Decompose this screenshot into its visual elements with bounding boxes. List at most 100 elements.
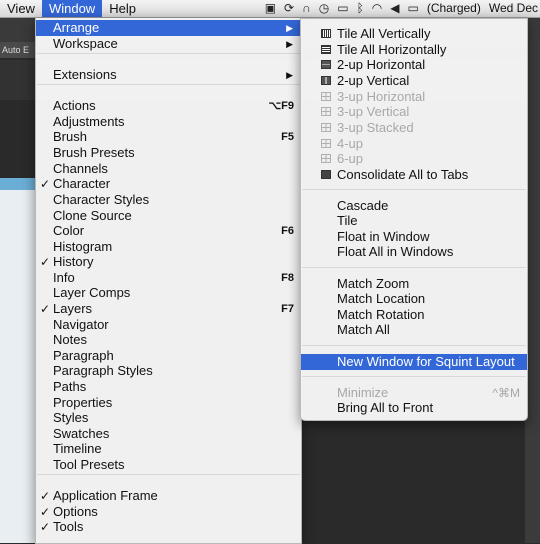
menu-item-label: Swatches [53, 426, 110, 441]
menu-item-label: Consolidate All to Tabs [337, 167, 469, 182]
menu-item-label: Adjustments [53, 114, 125, 129]
window-menu-item-notes[interactable]: Notes [36, 332, 301, 348]
battery-status[interactable]: (Charged) [427, 0, 481, 17]
window-menu-item-character[interactable]: ✓ Character [36, 176, 301, 192]
window-menu-item-history[interactable]: ✓ History [36, 254, 301, 270]
arrange-menu-item-match-all[interactable]: Match All [301, 322, 527, 338]
adobe-updater-icon[interactable]: ▣ [265, 0, 276, 17]
battery-icon[interactable]: ▭ [407, 0, 418, 17]
menu-item-label: Application Frame [53, 488, 158, 503]
window-menu-item-channels[interactable]: Channels [36, 161, 301, 177]
arrange-menu-item-match-location[interactable]: Match Location [301, 291, 527, 307]
menu-item-label: Character Styles [53, 192, 150, 207]
menu-bar: View Window Help ▣ ⟳ ∩ ◷ ▭ ᛒ ◠ ◀ ▭ (Char… [0, 0, 540, 18]
window-menu-item-navigator[interactable]: Navigator [36, 317, 301, 333]
window-menu-item-paths[interactable]: Paths [36, 379, 301, 395]
arrange-menu-item-new-window-for-squint-layout[interactable]: New Window for Squint Layout [301, 354, 527, 370]
menubar-clock[interactable]: Wed Dec [489, 0, 538, 17]
window-menu-item-clone-source[interactable]: Clone Source [36, 208, 301, 224]
submenu-arrow-icon: ▶ [286, 23, 293, 33]
headphones-icon[interactable]: ∩ [302, 0, 311, 17]
volume-icon[interactable]: ◀ [390, 0, 399, 17]
window-menu-item-paragraph[interactable]: Paragraph [36, 348, 301, 364]
menu-item-label: Tool Presets [53, 457, 125, 472]
menu-item-label: Float in Window [337, 229, 430, 244]
arrange-menu-item-2-up-horizontal[interactable]: 2-up Horizontal [301, 57, 527, 73]
menu-item-label: Cascade [337, 198, 389, 213]
window-menu-item-options[interactable]: ✓ Options [36, 504, 301, 520]
time-machine-icon[interactable]: ◷ [319, 0, 329, 17]
checkmark-icon: ✓ [40, 520, 51, 534]
display-icon[interactable]: ▭ [337, 0, 348, 17]
window-menu-item-actions[interactable]: Actions ⌥F9 [36, 98, 301, 114]
arrange-menu-item-consolidate-all-to-tabs[interactable]: Consolidate All to Tabs [301, 167, 527, 183]
window-menu-item-timeline[interactable]: Timeline [36, 441, 301, 457]
window-menu-item-arrange[interactable]: Arrange ▶ [36, 20, 301, 36]
four-up-icon [321, 139, 331, 148]
menu-help[interactable]: Help [102, 0, 143, 17]
arrange-menu-item-float-all-in-windows[interactable]: Float All in Windows [301, 244, 527, 260]
window-menu-item-properties[interactable]: Properties [36, 395, 301, 411]
window-menu-item-workspace[interactable]: Workspace ▶ [36, 36, 301, 52]
window-menu-item-character-styles[interactable]: Character Styles [36, 192, 301, 208]
auto-select-label[interactable]: Auto E [0, 42, 38, 58]
arrange-menu-item-cascade[interactable]: Cascade [301, 198, 527, 214]
menu-item-label: Paragraph [53, 348, 114, 363]
window-menu-item-brush-presets[interactable]: Brush Presets [36, 145, 301, 161]
tile-vertical-icon [321, 29, 331, 38]
checkmark-icon: ✓ [40, 255, 51, 269]
arrange-menu-item-float-in-window[interactable]: Float in Window [301, 229, 527, 245]
sync-icon[interactable]: ⟳ [284, 0, 294, 17]
window-menu-item-tools[interactable]: ✓ Tools [36, 519, 301, 535]
window-menu-item-color[interactable]: Color F6 [36, 223, 301, 239]
menu-item-label: Notes [53, 332, 87, 347]
menu-item-label: 4-up [337, 136, 364, 151]
window-menu-item-extensions[interactable]: Extensions ▶ [36, 67, 301, 83]
window-menu: Arrange ▶ Workspace ▶ Extensions ▶ Actions ⌥F9 A… [35, 18, 302, 544]
window-menu-item-layers[interactable]: ✓ Layers F7 [36, 301, 301, 317]
window-menu-item-application-frame[interactable]: ✓ Application Frame [36, 488, 301, 504]
arrange-menu-item-bring-all-to-front[interactable]: Bring All to Front [301, 400, 527, 416]
menu-item-label: Match Zoom [337, 276, 410, 291]
menu-item-label: Arrange [53, 20, 100, 35]
arrange-menu-item-2-up-vertical[interactable]: 2-up Vertical [301, 73, 527, 89]
app-canvas [0, 190, 36, 543]
menu-shortcut: ^⌘M [492, 386, 520, 400]
menu-item-label: New Window for Squint Layout [337, 354, 515, 369]
menu-shortcut: F8 [281, 272, 294, 284]
window-menu-item-info[interactable]: Info F8 [36, 270, 301, 286]
window-menu-item-paragraph-styles[interactable]: Paragraph Styles [36, 363, 301, 379]
menu-view[interactable]: View [0, 0, 42, 17]
checkmark-icon: ✓ [40, 505, 51, 519]
menu-item-label: Brush Presets [53, 145, 135, 160]
two-up-horizontal-icon [321, 60, 331, 69]
window-menu-item-adjustments[interactable]: Adjustments [36, 114, 301, 130]
menu-separator [37, 84, 300, 85]
status-area: ▣ ⟳ ∩ ◷ ▭ ᛒ ◠ ◀ ▭ (Charged) Wed Dec [265, 0, 540, 17]
menu-item-label: Bring All to Front [337, 400, 434, 415]
window-menu-item-histogram[interactable]: Histogram [36, 239, 301, 255]
arrange-menu-item-match-zoom[interactable]: Match Zoom [301, 276, 527, 292]
menu-item-label: Match Rotation [337, 307, 425, 322]
arrange-menu-item-match-rotation[interactable]: Match Rotation [301, 307, 527, 323]
menu-item-label: Actions [53, 98, 96, 113]
menu-item-label: Navigator [53, 317, 109, 332]
menu-window[interactable]: Window [41, 0, 103, 17]
window-menu-item-brush[interactable]: Brush F5 [36, 129, 301, 145]
bluetooth-icon[interactable]: ᛒ [357, 0, 364, 17]
two-up-vertical-icon [321, 76, 331, 85]
arrange-menu-item-tile-all-vertically[interactable]: Tile All Vertically [301, 26, 527, 42]
app-canvas-edge [0, 178, 36, 190]
menu-item-label: Histogram [53, 239, 113, 254]
arrange-menu-item-6-up: 6-up [301, 151, 527, 167]
menu-shortcut: F7 [281, 303, 294, 315]
window-menu-item-layer-comps[interactable]: Layer Comps [36, 285, 301, 301]
window-menu-item-styles[interactable]: Styles [36, 410, 301, 426]
submenu-arrow-icon: ▶ [286, 39, 293, 49]
arrange-menu-item-tile-all-horizontally[interactable]: Tile All Horizontally [301, 42, 527, 58]
window-menu-item-tool-presets[interactable]: Tool Presets [36, 457, 301, 473]
menu-item-label: History [53, 254, 94, 269]
window-menu-item-swatches[interactable]: Swatches [36, 426, 301, 442]
arrange-menu-item-tile[interactable]: Tile [301, 213, 527, 229]
wifi-icon[interactable]: ◠ [372, 0, 382, 17]
